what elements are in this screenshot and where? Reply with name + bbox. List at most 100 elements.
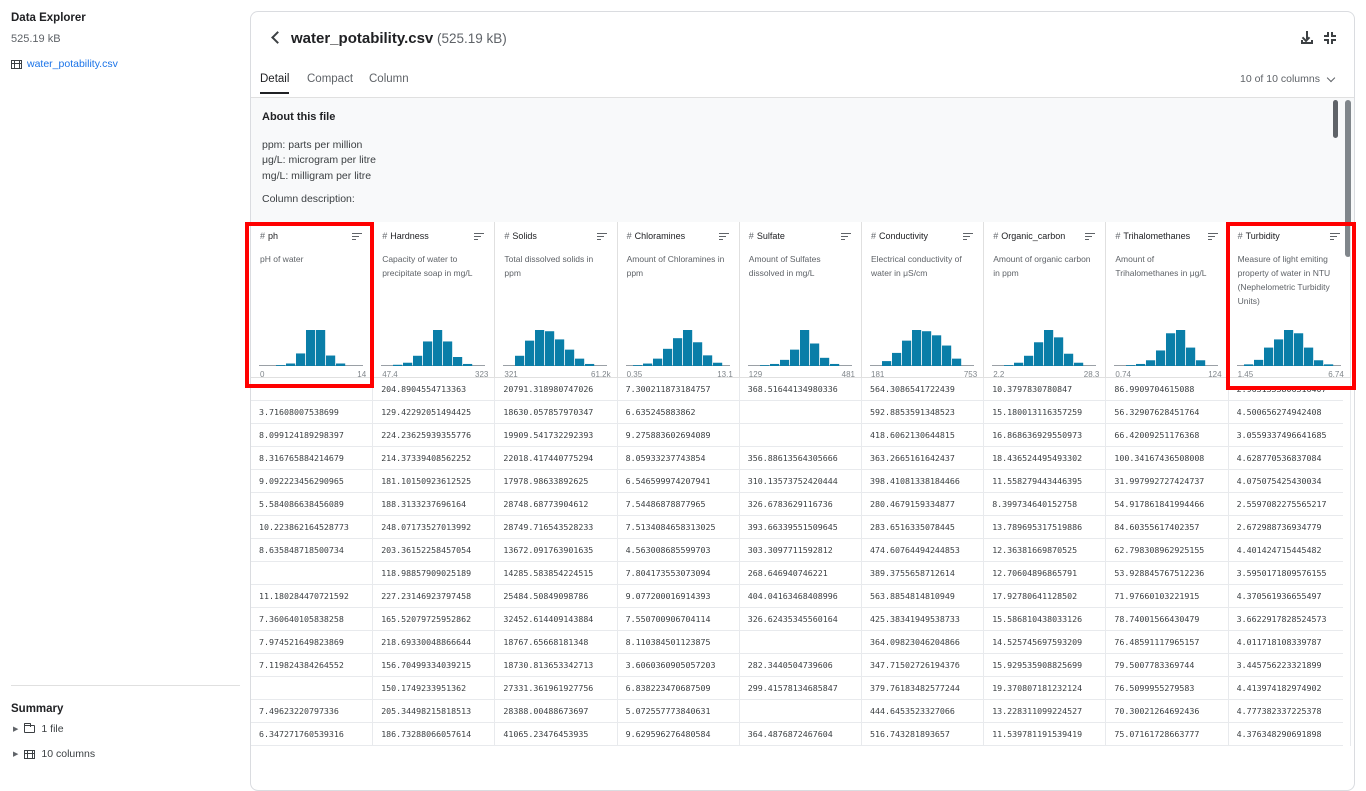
table-cell-organic_carbon: 19.370807181232124 <box>984 677 1107 700</box>
column-header-sulfate[interactable]: # Sulfate Amount of Sulfates dissolved in … <box>739 222 862 379</box>
sidebar-file-name: water_potability.csv <box>27 58 118 70</box>
column-description: Total dissolved solids in ppm <box>504 254 594 278</box>
table-cell-solids: 32452.614409143884 <box>495 608 618 631</box>
caret-right-icon: ▶ <box>13 726 19 733</box>
histogram-bar <box>829 363 839 366</box>
sort-icon[interactable] <box>718 233 729 241</box>
chevron-down-icon <box>1326 73 1336 82</box>
table-cell-chloramines: 8.110384501123875 <box>618 631 740 654</box>
histogram <box>1236 328 1341 366</box>
sort-icon[interactable] <box>352 233 363 241</box>
table-cell-organic_carbon: 15.180013116357259 <box>984 401 1107 424</box>
tab-detail[interactable]: Detail <box>260 73 290 94</box>
sort-icon[interactable] <box>1329 233 1340 241</box>
column-header-ph[interactable]: # ph pH of water 0 14 <box>251 222 374 379</box>
table-cell-conductivity: 364.09823046204866 <box>862 631 985 654</box>
sort-icon[interactable] <box>474 233 485 241</box>
table-cell-organic_carbon: 11.558279443446395 <box>984 470 1107 493</box>
table-cell-sulfate <box>740 631 862 654</box>
tab-compact[interactable]: Compact <box>307 73 353 92</box>
column-header-organic_carbon[interactable]: # Organic_carbon Amount of organic carbon … <box>984 222 1107 379</box>
column-name: # Trihalomethanes <box>1115 231 1190 241</box>
table-cell-ph: 8.635848718500734 <box>251 539 374 562</box>
collapse-icon[interactable] <box>1323 31 1337 45</box>
column-header-turbidity[interactable]: # Turbidity Measure of light emiting prope… <box>1228 222 1351 379</box>
table-row: 7.49623220797336 205.34498215818513 28388.… <box>251 700 1351 723</box>
sort-icon[interactable] <box>963 233 974 241</box>
table-cell-organic_carbon: 18.436524495493302 <box>984 447 1107 470</box>
download-icon[interactable] <box>1300 31 1314 45</box>
summary-files-item[interactable]: ▶ 1 file <box>13 723 64 735</box>
table-cell-solids: 28749.716543528233 <box>495 516 618 539</box>
table-cell-solids: 17978.98633892625 <box>495 470 618 493</box>
table-cell-ph <box>251 562 374 585</box>
table-cell-organic_carbon: 12.70604896865791 <box>984 562 1107 585</box>
histogram <box>259 328 363 366</box>
about-line: Column description: <box>262 193 355 205</box>
column-name-text: Sulfate <box>756 231 785 241</box>
sort-icon[interactable] <box>840 233 851 241</box>
back-icon[interactable] <box>269 28 283 46</box>
histogram-chart <box>503 330 608 366</box>
table-cell-trihalomethanes: 78.74001566430479 <box>1106 608 1229 631</box>
table-cell-organic_carbon: 17.92780641128502 <box>984 585 1107 608</box>
column-count-dropdown[interactable]: 10 of 10 columns <box>1240 73 1336 85</box>
table-cell-trihalomethanes: 71.97660103221915 <box>1106 585 1229 608</box>
column-header-trihalomethanes[interactable]: # Trihalomethanes Amount of Trihalomethane… <box>1106 222 1229 379</box>
table-cell-hardness: 181.10150923612525 <box>373 470 496 493</box>
table-cell-chloramines: 3.6060360905057203 <box>618 654 740 677</box>
histogram <box>870 328 974 366</box>
histogram-chart <box>381 330 486 366</box>
table-cell-hardness: 129.42292051494425 <box>373 401 496 424</box>
sort-icon[interactable] <box>596 233 607 241</box>
table-cell-ph: 3.71608007538699 <box>251 401 374 424</box>
table-cell-turbidity: 3.6622917828524573 <box>1229 608 1351 631</box>
column-name-text: Trihalomethanes <box>1123 231 1191 241</box>
histogram-bar <box>819 357 829 366</box>
histogram-bar <box>403 362 413 366</box>
table-cell-organic_carbon: 10.3797830780847 <box>984 378 1107 401</box>
table-cell-conductivity: 283.6516335078445 <box>862 516 985 539</box>
sort-icon[interactable] <box>1207 233 1218 241</box>
table-cell-conductivity: 444.6453523327066 <box>862 700 985 723</box>
table-cell-turbidity: 4.628770536837084 <box>1229 447 1351 470</box>
file-size: (525.19 kB) <box>437 31 507 46</box>
sort-icon[interactable] <box>1085 233 1096 241</box>
table-cell-ph <box>251 378 374 401</box>
panel-header: water_potability.csv (525.19 kB) <box>251 12 1354 68</box>
histogram-bar <box>809 343 819 366</box>
histogram-bar <box>443 341 453 366</box>
histogram-chart <box>1236 330 1341 366</box>
caret-right-icon: ▶ <box>13 751 19 758</box>
histogram-bar <box>932 335 942 366</box>
column-count-label: 10 of 10 columns <box>1240 73 1320 85</box>
table-cell-trihalomethanes: 76.48591117965157 <box>1106 631 1229 654</box>
tab-column[interactable]: Column <box>369 73 409 92</box>
histogram-bar <box>779 359 789 366</box>
column-header-conductivity[interactable]: # Conductivity Electrical conductivity of … <box>862 222 985 379</box>
column-header-solids[interactable]: # Solids Total dissolved solids in ppm 321 6… <box>495 222 618 379</box>
table-cell-sulfate: 282.3440504739606 <box>740 654 862 677</box>
column-name: # Solids <box>504 231 537 241</box>
column-header-chloramines[interactable]: # Chloramines Amount of Chloramines in ppm… <box>617 222 740 379</box>
sidebar-title: Data Explorer <box>11 12 86 24</box>
folder-icon <box>24 723 36 733</box>
table-cell-hardness: 218.69330048866644 <box>373 631 496 654</box>
table-cell-turbidity: 4.500656274942408 <box>1229 401 1351 424</box>
table-row: 7.360640105838258 165.52079725952862 32452… <box>251 608 1351 631</box>
histogram-bar <box>276 365 286 366</box>
summary-columns-item[interactable]: ▶ 10 columns <box>13 748 95 760</box>
column-header-hardness[interactable]: # Hardness Capacity of water to precipitat… <box>373 222 496 379</box>
table-cell-hardness: 165.52079725952862 <box>373 608 496 631</box>
table-cell-hardness: 188.3133237696164 <box>373 493 496 516</box>
histogram-bar <box>902 340 912 366</box>
file-title: water_potability.csv <box>291 30 434 47</box>
table-cell-sulfate <box>740 700 862 723</box>
sidebar-file-link[interactable]: water_potability.csv <box>11 58 118 70</box>
histogram-bar <box>1054 337 1064 366</box>
column-name: # Organic_carbon <box>993 231 1065 241</box>
numeric-type-icon: # <box>626 231 632 241</box>
table-cell-sulfate: 299.41578134685847 <box>740 677 862 700</box>
about-scrollbar[interactable] <box>1333 100 1338 138</box>
table-cell-chloramines: 5.072557773840631 <box>618 700 740 723</box>
